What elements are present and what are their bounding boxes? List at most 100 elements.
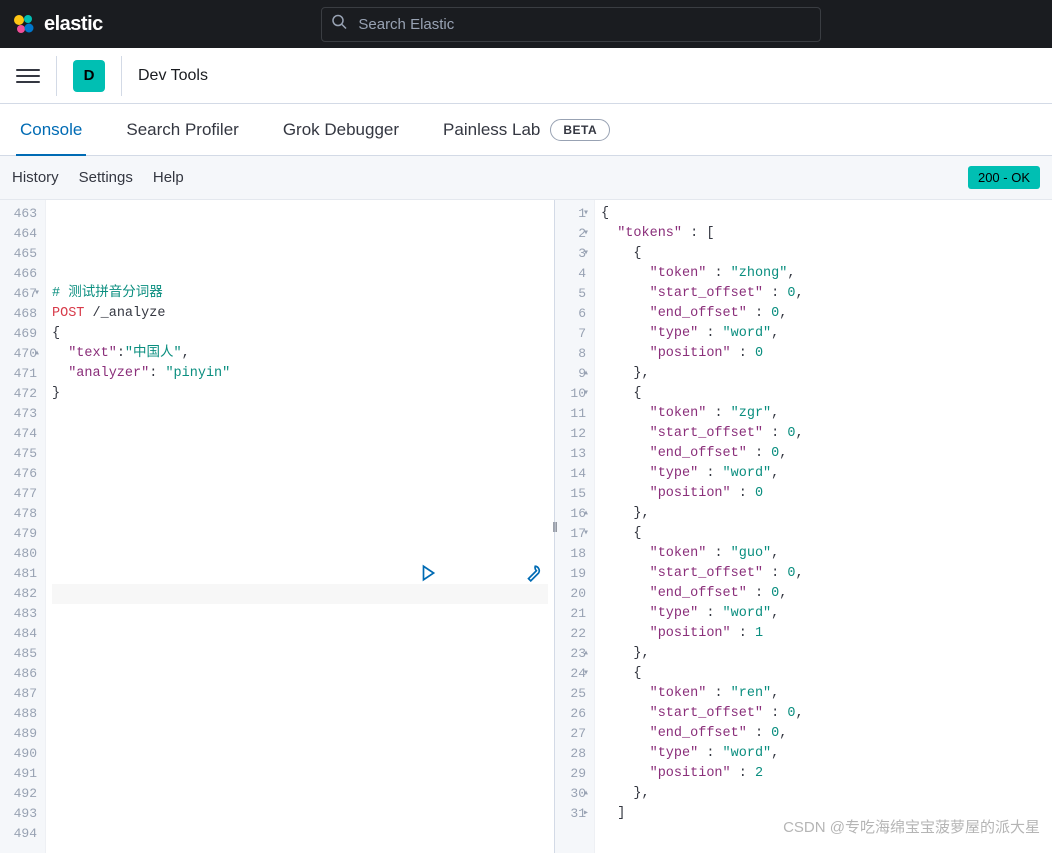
tab-console[interactable]: Console bbox=[16, 104, 86, 155]
code-line[interactable] bbox=[52, 424, 548, 444]
code-line[interactable]: }, bbox=[601, 364, 1046, 384]
fold-toggle-icon[interactable]: ▸ bbox=[583, 804, 589, 824]
run-request-icon[interactable] bbox=[338, 544, 437, 610]
code-line[interactable]: "type" : "word", bbox=[601, 324, 1046, 344]
code-line[interactable]: }, bbox=[601, 784, 1046, 804]
fold-toggle-icon[interactable]: ▴ bbox=[583, 784, 589, 804]
gutter-line: 488 bbox=[6, 704, 37, 724]
code-line[interactable]: { bbox=[601, 664, 1046, 684]
code-line[interactable] bbox=[52, 744, 548, 764]
code-line[interactable] bbox=[52, 524, 548, 544]
fold-toggle-icon[interactable]: ▾ bbox=[34, 284, 40, 304]
code-line[interactable]: "start_offset" : 0, bbox=[601, 284, 1046, 304]
code-line[interactable]: "analyzer": "pinyin" bbox=[52, 364, 548, 384]
fold-toggle-icon[interactable]: ▾ bbox=[583, 384, 589, 404]
code-line[interactable]: } bbox=[52, 384, 548, 404]
code-line[interactable]: "token" : "ren", bbox=[601, 684, 1046, 704]
code-line[interactable] bbox=[52, 784, 548, 804]
code-line[interactable]: "end_offset" : 0, bbox=[601, 444, 1046, 464]
code-line[interactable]: }, bbox=[601, 504, 1046, 524]
code-line[interactable]: { bbox=[601, 204, 1046, 224]
code-line[interactable]: { bbox=[601, 244, 1046, 264]
code-line[interactable]: }, bbox=[601, 644, 1046, 664]
fold-toggle-icon[interactable]: ▾ bbox=[583, 204, 589, 224]
code-line[interactable] bbox=[52, 644, 548, 664]
code-line[interactable]: "token" : "guo", bbox=[601, 544, 1046, 564]
code-line[interactable]: ] bbox=[601, 804, 1046, 824]
fold-toggle-icon[interactable]: ▾ bbox=[583, 224, 589, 244]
code-line[interactable] bbox=[52, 704, 548, 724]
code-line[interactable]: "tokens" : [ bbox=[601, 224, 1046, 244]
fold-toggle-icon[interactable]: ▴ bbox=[583, 504, 589, 524]
response-gutter: 1▾2▾3▾456789▴10▾111213141516▴17▾18192021… bbox=[555, 200, 595, 853]
gutter-line: 480 bbox=[6, 544, 37, 564]
code-line[interactable]: "end_offset" : 0, bbox=[601, 584, 1046, 604]
code-line[interactable] bbox=[52, 504, 548, 524]
code-line[interactable] bbox=[52, 684, 548, 704]
tab-painless-lab[interactable]: Painless Lab BETA bbox=[439, 104, 614, 155]
code-line[interactable]: "end_offset" : 0, bbox=[601, 724, 1046, 744]
tab-grok-debugger[interactable]: Grok Debugger bbox=[279, 104, 403, 155]
menu-toggle-button[interactable] bbox=[16, 64, 40, 88]
code-line[interactable]: "token" : "zhong", bbox=[601, 264, 1046, 284]
settings-button[interactable]: Settings bbox=[79, 169, 133, 186]
fold-toggle-icon[interactable]: ▴ bbox=[583, 364, 589, 384]
fold-toggle-icon[interactable]: ▾ bbox=[583, 244, 589, 264]
global-search-input[interactable] bbox=[321, 7, 821, 42]
code-line[interactable]: "position" : 1 bbox=[601, 624, 1046, 644]
space-avatar[interactable]: D bbox=[73, 60, 105, 92]
code-line[interactable]: "type" : "word", bbox=[601, 744, 1046, 764]
code-line[interactable]: "text":"中国人", bbox=[52, 344, 548, 364]
code-line[interactable]: { bbox=[601, 524, 1046, 544]
gutter-line: 17▾ bbox=[561, 524, 586, 544]
code-line[interactable] bbox=[52, 244, 548, 264]
code-line[interactable] bbox=[52, 404, 548, 424]
history-button[interactable]: History bbox=[12, 169, 59, 186]
split-handle[interactable]: ‖ bbox=[552, 519, 558, 535]
code-line[interactable] bbox=[52, 264, 548, 284]
code-line[interactable]: "start_offset" : 0, bbox=[601, 424, 1046, 444]
request-code[interactable]: # 测试拼音分词器POST /_analyze{ "text":"中国人", "… bbox=[46, 200, 554, 853]
fold-toggle-icon[interactable]: ▾ bbox=[583, 664, 589, 684]
brand-logo[interactable]: elastic bbox=[12, 12, 103, 36]
gutter-line: 487 bbox=[6, 684, 37, 704]
code-line[interactable] bbox=[52, 724, 548, 744]
code-line[interactable] bbox=[52, 484, 548, 504]
request-editor[interactable]: 463464465466467▾468469470▴47147247347447… bbox=[0, 200, 555, 853]
code-line[interactable]: # 测试拼音分词器 bbox=[52, 284, 548, 304]
code-line[interactable] bbox=[52, 764, 548, 784]
gutter-line: 489 bbox=[6, 724, 37, 744]
code-line[interactable] bbox=[52, 844, 548, 853]
fold-toggle-icon[interactable]: ▾ bbox=[583, 524, 589, 544]
gutter-line: 22 bbox=[561, 624, 586, 644]
code-line[interactable]: "position" : 0 bbox=[601, 484, 1046, 504]
code-line[interactable]: "position" : 0 bbox=[601, 344, 1046, 364]
code-line[interactable] bbox=[52, 444, 548, 464]
gutter-line: 1▾ bbox=[561, 204, 586, 224]
code-line[interactable] bbox=[52, 464, 548, 484]
gutter-line: 6 bbox=[561, 304, 586, 324]
code-line[interactable]: "position" : 2 bbox=[601, 764, 1046, 784]
gutter-line: 478 bbox=[6, 504, 37, 524]
code-line[interactable] bbox=[52, 664, 548, 684]
code-line[interactable]: POST /_analyze bbox=[52, 304, 548, 324]
code-line[interactable] bbox=[52, 804, 548, 824]
code-line[interactable]: { bbox=[52, 324, 548, 344]
fold-toggle-icon[interactable]: ▴ bbox=[583, 644, 589, 664]
code-line[interactable]: "end_offset" : 0, bbox=[601, 304, 1046, 324]
response-viewer: 1▾2▾3▾456789▴10▾111213141516▴17▾18192021… bbox=[555, 200, 1052, 853]
code-line[interactable] bbox=[52, 624, 548, 644]
code-line[interactable]: { bbox=[601, 384, 1046, 404]
code-line[interactable]: "type" : "word", bbox=[601, 604, 1046, 624]
wrench-icon[interactable] bbox=[443, 544, 542, 610]
code-line[interactable] bbox=[52, 824, 548, 844]
response-code[interactable]: { "tokens" : [ { "token" : "zhong", "sta… bbox=[595, 200, 1052, 853]
divider bbox=[56, 56, 57, 96]
code-line[interactable]: "type" : "word", bbox=[601, 464, 1046, 484]
tab-search-profiler[interactable]: Search Profiler bbox=[122, 104, 242, 155]
fold-toggle-icon[interactable]: ▴ bbox=[34, 344, 40, 364]
help-button[interactable]: Help bbox=[153, 169, 184, 186]
code-line[interactable]: "token" : "zgr", bbox=[601, 404, 1046, 424]
code-line[interactable]: "start_offset" : 0, bbox=[601, 564, 1046, 584]
code-line[interactable]: "start_offset" : 0, bbox=[601, 704, 1046, 724]
